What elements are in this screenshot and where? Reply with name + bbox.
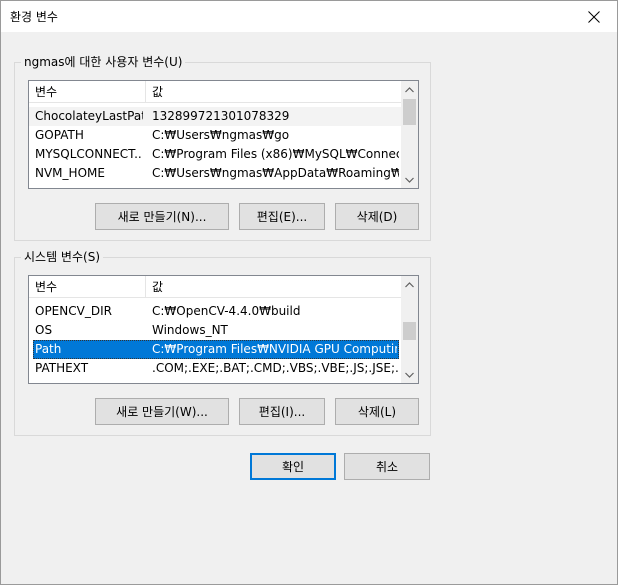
list-item-selected[interactable]: Path C:₩Program Files₩NVIDIA GPU Computi…: [33, 340, 399, 359]
list-item[interactable]: ChocolateyLastPat... 132899721301078329: [29, 107, 403, 126]
button-label: 삭제(D): [356, 210, 398, 224]
system-new-button[interactable]: 새로 만들기(W)...: [95, 398, 229, 425]
list-item[interactable]: GOPATH C:₩Users₩ngmas₩go: [29, 126, 403, 145]
variable-value: C:₩Users₩ngmas₩AppData₩Roaming₩nvm: [152, 166, 399, 180]
scroll-down-button[interactable]: [401, 366, 418, 383]
chevron-up-icon: [405, 86, 414, 92]
chevron-down-icon: [405, 177, 414, 183]
button-label: 새로 만들기(W)...: [116, 405, 208, 419]
variable-name: MYSQLCONNECT...: [35, 147, 143, 161]
user-variables-group: ngmas에 대한 사용자 변수(U) 변수 값 ChocolateyLastP…: [14, 54, 431, 241]
list-header: 변수 값: [29, 276, 418, 298]
variable-value: C:₩Users₩ngmas₩go: [152, 128, 290, 142]
button-label: 삭제(L): [357, 405, 397, 419]
list-item[interactable]: MYSQLCONNECT... C:₩Program Files (x86)₩M…: [29, 145, 403, 164]
list-item[interactable]: NVM_HOME C:₩Users₩ngmas₩AppData₩Roaming₩…: [29, 164, 403, 183]
scroll-up-button[interactable]: [401, 81, 418, 98]
column-header-value[interactable]: 값: [146, 276, 402, 298]
user-new-button[interactable]: 새로 만들기(N)...: [95, 203, 229, 230]
system-variables-list[interactable]: 변수 값 OPENCV_DIR C:₩OpenCV-4.4.0₩build OS…: [28, 275, 419, 384]
variable-name: GOPATH: [35, 128, 84, 142]
environment-variables-dialog: 환경 변수 ngmas에 대한 사용자 변수(U) 변수 값 Chocolate…: [0, 0, 618, 585]
variable-name: ChocolateyLastPat...: [35, 109, 143, 123]
vertical-scrollbar[interactable]: [401, 276, 418, 383]
chevron-up-icon: [405, 281, 414, 287]
variable-value: .COM;.EXE;.BAT;.CMD;.VBS;.VBE;.JS;.JSE;.…: [152, 361, 399, 375]
scroll-thumb[interactable]: [403, 322, 416, 340]
user-variables-title: ngmas에 대한 사용자 변수(U): [21, 54, 186, 70]
button-label: 취소: [375, 460, 399, 474]
system-edit-button[interactable]: 편집(I)...: [239, 398, 325, 425]
cancel-button[interactable]: 취소: [344, 453, 430, 480]
vertical-scrollbar[interactable]: [401, 81, 418, 188]
system-variables-title: 시스템 변수(S): [21, 249, 103, 265]
list-item[interactable]: OS Windows_NT: [29, 321, 403, 340]
variable-name: Path: [35, 342, 62, 356]
button-label: 편집(I)...: [258, 405, 306, 419]
variable-name: OS: [35, 323, 53, 337]
variable-name: PATHEXT: [35, 361, 89, 375]
variable-value: 132899721301078329: [152, 109, 290, 123]
close-icon: [588, 10, 600, 23]
variable-value: Windows_NT: [152, 323, 228, 337]
scroll-down-button[interactable]: [401, 171, 418, 188]
close-button[interactable]: [571, 1, 617, 32]
user-edit-button[interactable]: 편집(E)...: [239, 203, 325, 230]
system-variables-group: 시스템 변수(S) 변수 값 OPENCV_DIR C:₩OpenCV-4.4.…: [14, 249, 431, 436]
list-item[interactable]: OPENCV_DIR C:₩OpenCV-4.4.0₩build: [29, 302, 403, 321]
scroll-thumb[interactable]: [403, 99, 416, 125]
ok-button[interactable]: 확인: [250, 453, 336, 480]
chevron-down-icon: [405, 372, 414, 378]
column-header-variable[interactable]: 변수: [29, 81, 145, 103]
title-bar[interactable]: 환경 변수: [1, 1, 617, 32]
column-header-variable[interactable]: 변수: [29, 276, 145, 298]
variable-value: C:₩Program Files₩NVIDIA GPU Computing...: [152, 342, 397, 356]
variable-value: C:₩Program Files (x86)₩MySQL₩Connecto...: [152, 147, 399, 161]
scroll-up-button[interactable]: [401, 276, 418, 293]
system-delete-button[interactable]: 삭제(L): [335, 398, 419, 425]
window-title: 환경 변수: [10, 10, 58, 24]
button-label: 새로 만들기(N)...: [117, 210, 207, 224]
list-header: 변수 값: [29, 81, 418, 103]
button-label: 편집(E)...: [256, 210, 308, 224]
button-label: 확인: [281, 460, 305, 474]
list-item[interactable]: PATHEXT .COM;.EXE;.BAT;.CMD;.VBS;.VBE;.J…: [29, 359, 403, 378]
user-delete-button[interactable]: 삭제(D): [335, 203, 419, 230]
variable-name: NVM_HOME: [35, 166, 105, 180]
variable-name: OPENCV_DIR: [35, 304, 112, 318]
variable-value: C:₩OpenCV-4.4.0₩build: [152, 304, 301, 318]
user-variables-list[interactable]: 변수 값 ChocolateyLastPat... 13289972130107…: [28, 80, 419, 189]
column-header-value[interactable]: 값: [146, 81, 402, 103]
